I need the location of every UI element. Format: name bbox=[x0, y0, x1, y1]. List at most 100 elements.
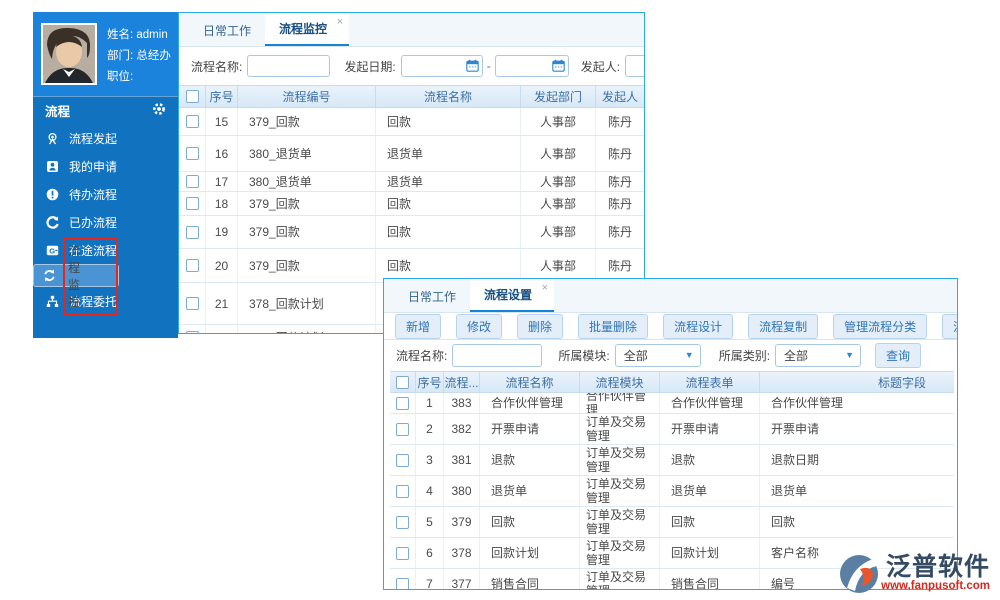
process-design-button[interactable]: 流程设计 bbox=[663, 314, 733, 339]
row-checkbox[interactable] bbox=[396, 397, 409, 410]
row-checkbox[interactable] bbox=[396, 547, 409, 560]
cell-dept: 人事部 bbox=[521, 172, 596, 191]
sidebar-menu: 流程发起 我的申请 待办流程 已办流程 bbox=[33, 124, 178, 315]
gear-icon[interactable] bbox=[152, 102, 166, 119]
process-name-label: 流程名称: bbox=[396, 347, 447, 364]
col-header-process-name[interactable]: 流程名称 bbox=[376, 86, 521, 107]
tab-process-monitor[interactable]: 流程监控 × bbox=[265, 13, 349, 46]
col-header-person[interactable]: 发起人 bbox=[596, 86, 644, 107]
calendar-icon[interactable] bbox=[466, 59, 479, 75]
row-checkbox[interactable] bbox=[186, 331, 199, 334]
add-button[interactable]: 新增 bbox=[395, 314, 441, 339]
row-checkbox[interactable] bbox=[396, 485, 409, 498]
close-icon[interactable]: × bbox=[337, 16, 343, 28]
table-row[interactable]: 15 379_回款 回款 人事部 陈丹 bbox=[179, 108, 644, 136]
select-all-checkbox[interactable] bbox=[396, 376, 409, 389]
row-checkbox[interactable] bbox=[186, 115, 199, 128]
cell-form: 销售合同 bbox=[660, 569, 760, 590]
delete-button[interactable]: 删除 bbox=[517, 314, 563, 339]
cell-code: 380_退货单 bbox=[238, 172, 376, 191]
search-button[interactable]: 查询 bbox=[875, 343, 921, 368]
row-checkbox[interactable] bbox=[186, 147, 199, 160]
cell-seq: 17 bbox=[206, 172, 238, 191]
row-checkbox[interactable] bbox=[186, 197, 199, 210]
table-row[interactable]: 18 379_回款 回款 人事部 陈丹 bbox=[179, 192, 644, 216]
fanpu-logo: 泛普软件 www.fanpusoft.com bbox=[839, 554, 990, 594]
sync-icon bbox=[42, 268, 57, 283]
table-row[interactable]: 4 380 退货单 订单及交易管理 退货单 退货单 bbox=[390, 476, 954, 507]
manage-category-button[interactable]: 管理流程分类 bbox=[833, 314, 927, 339]
col-header-seq[interactable]: 序号 bbox=[416, 372, 444, 392]
process-name-input[interactable] bbox=[247, 55, 330, 77]
table-row[interactable]: 17 380_退货单 退货单 人事部 陈丹 bbox=[179, 172, 644, 192]
process-copy-button[interactable]: 流程复制 bbox=[748, 314, 818, 339]
process-name-label: 流程名称: bbox=[191, 58, 242, 75]
module-select[interactable]: 全部 ▼ bbox=[615, 344, 701, 367]
cell-person: 陈丹 bbox=[596, 172, 644, 191]
col-header-seq[interactable]: 序号 bbox=[206, 86, 238, 107]
col-header-process-form[interactable]: 流程表单 bbox=[660, 372, 760, 392]
cell-seq: 18 bbox=[206, 192, 238, 215]
select-all-checkbox[interactable] bbox=[186, 90, 199, 103]
cell-code: 380_退货单 bbox=[238, 136, 376, 171]
cell-module: 订单及交易管理 bbox=[580, 476, 660, 506]
row-checkbox[interactable] bbox=[396, 578, 409, 591]
col-header-process-module[interactable]: 流程模块 bbox=[580, 372, 660, 392]
front-filter-row: 流程名称: 所属模块: 全部 ▼ 所属类别: 全部 ▼ 查询 bbox=[384, 340, 957, 371]
table-row[interactable]: 5 379 回款 订单及交易管理 回款 回款 bbox=[390, 507, 954, 538]
row-checkbox[interactable] bbox=[186, 259, 199, 272]
cell-name: 合作伙伴管理 bbox=[480, 393, 580, 413]
col-header-process-code[interactable]: 流程编号 bbox=[238, 86, 376, 107]
cell-seq: 2 bbox=[416, 414, 444, 444]
sidebar-item-pending-processes[interactable]: 待办流程 bbox=[33, 180, 178, 208]
process-settings-window: 日常工作 流程设置 × 新增 修改 删除 批量删除 流程设计 流程复制 管理流程… bbox=[383, 278, 958, 590]
category-select-value: 全部 bbox=[784, 347, 808, 364]
initiator-input[interactable] bbox=[625, 55, 645, 77]
row-checkbox[interactable] bbox=[396, 454, 409, 467]
profile-name: 姓名: admin bbox=[107, 25, 170, 46]
col-header-process-name[interactable]: 流程名称 bbox=[480, 372, 580, 392]
sidebar-item-process-monitor[interactable]: 流程监控 bbox=[33, 264, 119, 287]
tab-process-settings[interactable]: 流程设置 × bbox=[470, 279, 554, 312]
sidebar-item-label: 流程监控 bbox=[63, 237, 118, 315]
col-header-dept[interactable]: 发起部门 bbox=[521, 86, 596, 107]
cell-seq: 21 bbox=[206, 283, 238, 324]
sidebar-item-completed-processes[interactable]: 已办流程 bbox=[33, 208, 178, 236]
cell-seq: 19 bbox=[206, 216, 238, 248]
fanpu-logo-icon bbox=[839, 554, 879, 594]
col-header-title-field[interactable]: 标题字段 bbox=[760, 372, 954, 392]
row-checkbox[interactable] bbox=[396, 516, 409, 529]
row-checkbox[interactable] bbox=[186, 226, 199, 239]
calendar-icon[interactable] bbox=[552, 59, 565, 75]
tab-label: 日常工作 bbox=[408, 290, 456, 304]
col-header-process-code[interactable]: 流程... bbox=[444, 372, 480, 392]
logo-url[interactable]: www.fanpusoft.com bbox=[881, 580, 990, 593]
table-row[interactable]: 16 380_退货单 退货单 人事部 陈丹 bbox=[179, 136, 644, 172]
cell-name: 回款 bbox=[480, 507, 580, 537]
table-row[interactable]: 3 381 退款 订单及交易管理 退款 退款日期 bbox=[390, 445, 954, 476]
batch-delete-button[interactable]: 批量删除 bbox=[578, 314, 648, 339]
table-row[interactable]: 19 379_回款 回款 人事部 陈丹 bbox=[179, 216, 644, 249]
cell-code: 379_回款 bbox=[238, 216, 376, 248]
cell-seq: 4 bbox=[416, 476, 444, 506]
cell-person: 陈丹 bbox=[596, 192, 644, 215]
cell-name: 销售合同 bbox=[480, 569, 580, 590]
sidebar-item-process-start[interactable]: 流程发起 bbox=[33, 124, 178, 152]
category-select[interactable]: 全部 ▼ bbox=[775, 344, 861, 367]
timeout-alert-button[interactable]: 流程超时提示 bbox=[942, 314, 958, 339]
row-checkbox[interactable] bbox=[186, 175, 199, 188]
sidebar-item-my-requests[interactable]: 我的申请 bbox=[33, 152, 178, 180]
tab-daily-work[interactable]: 日常工作 bbox=[189, 15, 265, 46]
cell-form: 开票申请 bbox=[660, 414, 760, 444]
chevron-down-icon: ▼ bbox=[845, 350, 854, 360]
tab-label: 日常工作 bbox=[203, 24, 251, 38]
table-row[interactable]: 2 382 开票申请 订单及交易管理 开票申请 开票申请 bbox=[390, 414, 954, 445]
table-row[interactable]: 1 383 合作伙伴管理 合作伙伴管理 合作伙伴管理 合作伙伴管理 bbox=[390, 393, 954, 414]
close-icon[interactable]: × bbox=[542, 282, 548, 294]
row-checkbox[interactable] bbox=[186, 297, 199, 310]
cell-code: 380 bbox=[444, 476, 480, 506]
tab-daily-work[interactable]: 日常工作 bbox=[394, 281, 470, 312]
row-checkbox[interactable] bbox=[396, 423, 409, 436]
edit-button[interactable]: 修改 bbox=[456, 314, 502, 339]
process-name-input[interactable] bbox=[452, 344, 542, 367]
